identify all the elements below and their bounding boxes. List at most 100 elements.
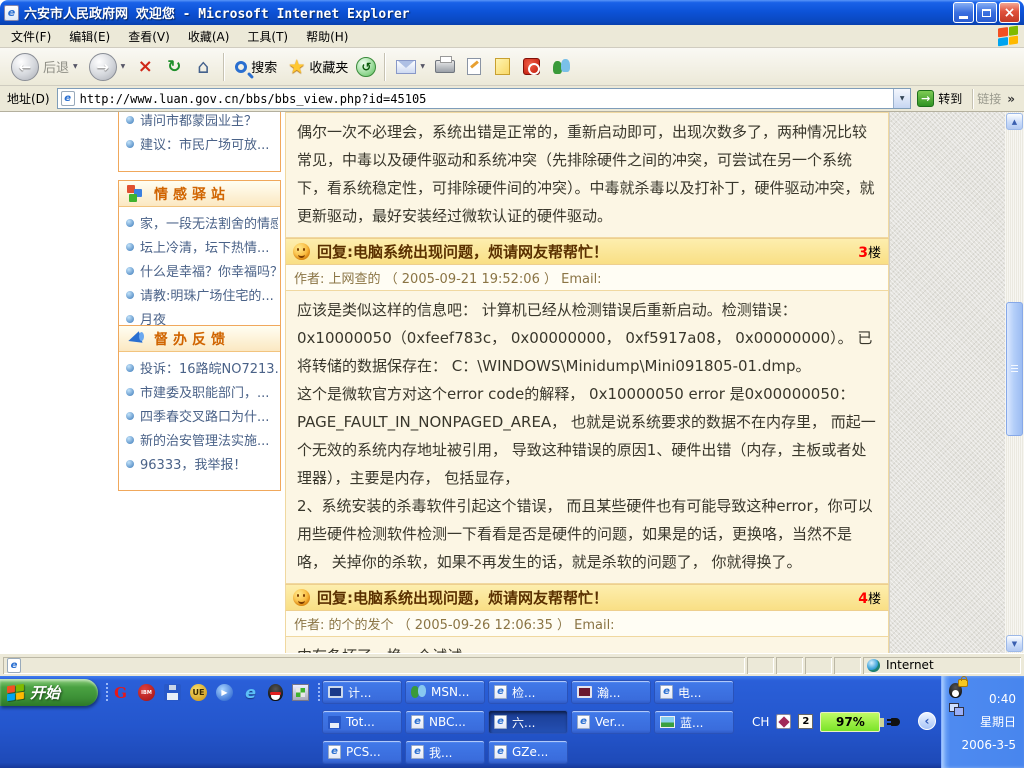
refresh-button[interactable]: ↻ bbox=[162, 55, 186, 79]
search-button[interactable]: 搜索 bbox=[232, 55, 280, 78]
forward-icon: → bbox=[89, 53, 117, 81]
task-button-luan-active[interactable]: e六... bbox=[488, 710, 568, 734]
print-button[interactable] bbox=[435, 60, 455, 73]
sidebar-link[interactable]: 请问市都蒙园业主？ bbox=[124, 112, 278, 132]
start-button[interactable]: 开始 bbox=[0, 679, 98, 706]
menu-favorites[interactable]: 收藏(A) bbox=[179, 25, 239, 48]
task-button-ie[interactable]: eNBC... bbox=[405, 710, 485, 734]
power-plug-icon[interactable] bbox=[887, 715, 904, 728]
home-button[interactable]: ⌂ bbox=[191, 55, 215, 79]
sidebar-link[interactable]: 新的治安管理法实施... bbox=[124, 428, 278, 452]
task-button-total-commander[interactable]: Tot... bbox=[322, 710, 402, 734]
status-message-panel: e bbox=[3, 657, 745, 674]
post-body: 偶尔一次不必理会，系统出错是正常的，重新启动即可，出现次数多了，两种情况比较常见… bbox=[285, 112, 889, 238]
discuss-button[interactable] bbox=[495, 58, 510, 75]
ie-page-icon: e bbox=[494, 745, 507, 759]
vertical-scrollbar[interactable]: ▲ ▼ bbox=[1005, 112, 1024, 653]
language-indicator[interactable]: CH bbox=[752, 715, 769, 729]
messenger-button[interactable] bbox=[552, 59, 570, 75]
go-button[interactable]: → 转到 bbox=[917, 90, 962, 107]
taskbar: 开始 G IBM UE ▶ e 计... MSN... e检... 瀚... e… bbox=[0, 676, 1024, 768]
back-icon: ← bbox=[11, 53, 39, 81]
task-button-ie[interactable]: ePCS... bbox=[322, 740, 402, 764]
mail-button[interactable]: ▼ bbox=[393, 58, 428, 76]
sidebar-link[interactable]: 96333，我举报！ bbox=[124, 452, 278, 476]
media-player-icon[interactable]: ▶ bbox=[216, 684, 233, 701]
browser-toolbar: ← 后退 ▼ → ▼ × ↻ ⌂ 搜索 ★ 收藏夹 ↺ ▼ bbox=[0, 48, 1024, 86]
address-input[interactable]: e http://www.luan.gov.cn/bbs/bbs_view.ph… bbox=[57, 88, 912, 109]
sidebar-link[interactable]: 建议：市民广场可放... bbox=[124, 132, 278, 156]
restore-icon bbox=[982, 9, 991, 17]
mail-dropdown-icon[interactable]: ▼ bbox=[420, 63, 425, 70]
sidebar-link[interactable]: 家，一段无法割舍的情感 bbox=[124, 211, 278, 235]
foxmail-icon[interactable]: G bbox=[112, 684, 129, 701]
scroll-down-button[interactable]: ▼ bbox=[1006, 635, 1023, 652]
sidebar-topics-box: 请问市都蒙园业主？ 建议：市民广场可放... bbox=[118, 112, 281, 172]
keyboard-layout-icon[interactable]: 2 bbox=[798, 714, 813, 729]
ie-icon[interactable]: e bbox=[242, 684, 259, 701]
task-button-msn[interactable]: MSN... bbox=[405, 680, 485, 704]
sidebar-link[interactable]: 坛上冷清，坛下热情... bbox=[124, 235, 278, 259]
task-button-computer[interactable]: 计... bbox=[322, 680, 402, 704]
quicklaunch-handle[interactable] bbox=[106, 683, 108, 703]
ime-icon[interactable] bbox=[776, 714, 791, 729]
sidebar-link[interactable]: 投诉：16路皖NO7213... bbox=[124, 356, 278, 380]
qq-tray-icon[interactable] bbox=[949, 683, 962, 698]
history-button[interactable]: ↺ bbox=[356, 57, 376, 77]
menu-help[interactable]: 帮助(H) bbox=[297, 25, 357, 48]
menu-edit[interactable]: 编辑(E) bbox=[60, 25, 119, 48]
task-button-ie[interactable]: e电... bbox=[654, 680, 734, 704]
reply-title: 回复:电脑系统出现问题，烦请网友帮帮忙！ bbox=[317, 241, 851, 262]
edit-button[interactable] bbox=[467, 58, 481, 75]
task-button-image[interactable]: 蓝... bbox=[654, 710, 734, 734]
floppy-icon bbox=[328, 716, 341, 729]
ultraedit-icon[interactable]: UE bbox=[190, 684, 207, 701]
back-button[interactable]: ← 后退 ▼ bbox=[8, 51, 81, 83]
favorites-button[interactable]: ★ 收藏夹 bbox=[285, 54, 351, 80]
menu-file[interactable]: 文件(F) bbox=[2, 25, 60, 48]
app-icon[interactable] bbox=[292, 684, 309, 701]
restore-button[interactable] bbox=[976, 2, 997, 23]
sidebar-link[interactable]: 什么是幸福？你幸福吗？ bbox=[124, 259, 278, 283]
ie-page-icon: e bbox=[411, 715, 424, 729]
sidebar-link[interactable]: 请教:明珠广场住宅的... bbox=[124, 283, 278, 307]
bullet-icon bbox=[126, 412, 134, 420]
cubes-icon bbox=[126, 185, 144, 202]
minimize-button[interactable] bbox=[953, 2, 974, 23]
sidebar-link[interactable]: 市建委及职能部门，... bbox=[124, 380, 278, 404]
ie-page-icon: e bbox=[411, 745, 424, 759]
clock-panel: 0:40 星期日 2006-3-5 bbox=[941, 676, 1024, 768]
tray-collapse-button[interactable]: ‹ bbox=[918, 712, 936, 730]
reply-header: 回复:电脑系统出现问题，烦请网友帮帮忙！ 3楼 bbox=[285, 238, 889, 265]
floor-badge: 4楼 bbox=[858, 588, 881, 607]
back-dropdown-icon[interactable]: ▼ bbox=[73, 63, 78, 70]
task-button-ie[interactable]: e检... bbox=[488, 680, 568, 704]
close-button[interactable]: × bbox=[999, 2, 1020, 23]
task-button-app[interactable]: 瀚... bbox=[571, 680, 651, 704]
floppy-icon[interactable] bbox=[164, 684, 181, 701]
task-button-ie[interactable]: eVer... bbox=[571, 710, 651, 734]
scroll-up-button[interactable]: ▲ bbox=[1006, 113, 1023, 130]
address-dropdown-button[interactable]: ▼ bbox=[893, 89, 910, 108]
scrollbar-thumb[interactable] bbox=[1006, 302, 1023, 436]
menu-view[interactable]: 查看(V) bbox=[119, 25, 179, 48]
bullet-icon bbox=[126, 388, 134, 396]
ibm-icon[interactable]: IBM bbox=[138, 684, 155, 701]
qq-toolbar-button[interactable] bbox=[523, 58, 540, 75]
star-icon: ★ bbox=[288, 56, 305, 78]
toolbar-separator bbox=[384, 53, 385, 81]
post-body: 应该是类似这样的信息吧： 计算机已经从检测错误后重新启动。检测错误： 0x100… bbox=[285, 291, 889, 584]
task-button-ie[interactable]: eGZe... bbox=[488, 740, 568, 764]
address-url[interactable]: http://www.luan.gov.cn/bbs/bbs_view.php?… bbox=[80, 92, 894, 106]
stop-button[interactable]: × bbox=[133, 55, 157, 79]
qq-icon[interactable] bbox=[268, 684, 283, 701]
minimize-icon bbox=[959, 16, 968, 19]
battery-indicator[interactable]: 97% bbox=[820, 712, 880, 732]
taskband-handle[interactable] bbox=[318, 683, 320, 703]
forward-dropdown-icon[interactable]: ▼ bbox=[121, 63, 126, 70]
task-button-ie[interactable]: e我... bbox=[405, 740, 485, 764]
forward-button[interactable]: → ▼ bbox=[86, 51, 129, 83]
links-button[interactable]: 链接 » bbox=[977, 90, 1019, 107]
sidebar-link[interactable]: 四季春交叉路口为什... bbox=[124, 404, 278, 428]
menu-tools[interactable]: 工具(T) bbox=[238, 25, 297, 48]
